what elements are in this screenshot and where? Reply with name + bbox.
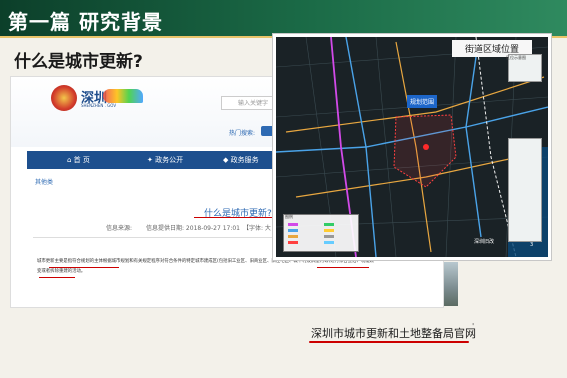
article-body-line: 变或者拆除重建的活动。 xyxy=(37,269,86,274)
inset-label: 区位示意图 xyxy=(506,55,526,60)
caption-underline xyxy=(309,341,469,343)
slide-subtitle: 什么是城市更新? xyxy=(14,52,143,72)
annotation-underline xyxy=(317,267,369,268)
slide-title: 第一篇 研究背景 xyxy=(8,10,163,34)
map-legend xyxy=(283,214,359,252)
site-logo-en: SHENZHEN . GOV xyxy=(81,103,117,108)
nav-gov-service[interactable]: ◆ 政务服务 xyxy=(223,155,259,165)
caption-mark: ' xyxy=(472,322,475,331)
map-page-number: 3 xyxy=(530,242,534,248)
hot-search-label: 热门搜索: xyxy=(229,130,256,137)
meta-source: 信息来源: xyxy=(106,225,133,232)
source-caption: 深圳市城市更新和土地整备局官网 xyxy=(311,327,476,340)
nav-gov-open[interactable]: ✦ 政务公开 xyxy=(147,155,183,165)
national-emblem-icon xyxy=(51,85,77,111)
meta-font-size[interactable]: 【字体: 大 xyxy=(243,223,271,232)
annotation-underline xyxy=(49,267,119,268)
logo-ribbon-icon xyxy=(103,89,143,103)
map-watermark: 深圳旧改 xyxy=(474,239,495,245)
building-photo xyxy=(444,262,458,306)
legend-title: 图例 xyxy=(285,214,293,219)
legend-swatches xyxy=(288,223,334,244)
inset-map-2 xyxy=(508,138,542,242)
nav-home[interactable]: ⌂ 首 页 xyxy=(67,155,90,165)
plan-area-label: 规划范围 xyxy=(407,95,438,108)
annotation-underline xyxy=(39,277,75,278)
annotation-underline xyxy=(194,217,276,218)
meta-date: 信息提供日期: 2018-09-27 17:01 xyxy=(146,225,240,232)
breadcrumb[interactable]: 其他类 xyxy=(35,177,53,186)
